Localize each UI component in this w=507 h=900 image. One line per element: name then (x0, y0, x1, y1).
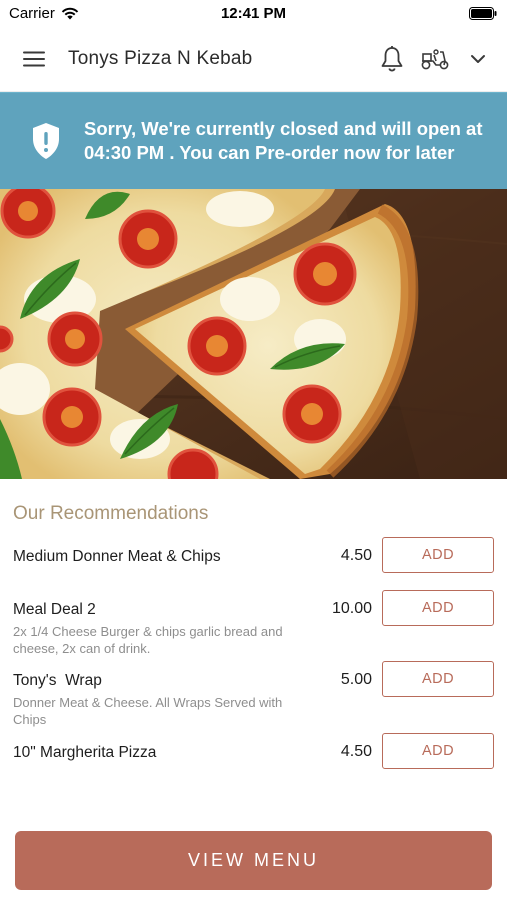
menu-icon (23, 51, 45, 66)
hero-pizza-image (0, 189, 507, 479)
battery-icon (469, 6, 497, 20)
item-info: Tony's Wrap Donner Meat & Cheese. All Wr… (0, 672, 310, 744)
item-name: Medium Donner Meat & Chips (13, 548, 221, 565)
bell-icon (381, 45, 403, 71)
menu-button[interactable] (20, 45, 48, 73)
pizza-illustration (0, 189, 507, 479)
item-description: Donner Meat & Cheese. All Wraps Served w… (13, 695, 283, 727)
item-price: 4.50 (340, 547, 372, 564)
item-price: 5.00 (340, 671, 372, 688)
item-info: 10" Margherita Pizza (0, 744, 310, 796)
mode-dropdown-button[interactable] (462, 43, 494, 75)
scooter-icon (421, 48, 449, 69)
wifi-icon (61, 7, 79, 19)
notifications-button[interactable] (376, 43, 408, 75)
view-menu-button[interactable]: VIEW MENU (15, 831, 492, 890)
item-name: Tony's Wrap (13, 672, 102, 689)
item-description: 2x 1/4 Cheese Burger & chips garlic brea… (13, 624, 283, 656)
item-name: Meal Deal 2 (13, 601, 96, 618)
item-info: Meal Deal 2 2x 1/4 Cheese Burger & chips… (0, 601, 310, 672)
closed-notice-text: Sorry, We're currently closed and will o… (84, 118, 483, 163)
shield-alert-icon (33, 123, 59, 159)
chevron-down-icon (471, 54, 485, 63)
item-price: 10.00 (331, 600, 372, 617)
recommendations-list: Medium Donner Meat & Chips 4.50 ADD Meal… (0, 537, 507, 796)
add-button[interactable]: ADD (382, 537, 494, 573)
list-item: 10" Margherita Pizza 4.50 ADD (0, 733, 507, 796)
status-bar: Carrier 12:41 PM (0, 0, 507, 26)
item-info: Medium Donner Meat & Chips (0, 547, 310, 601)
add-button[interactable]: ADD (382, 590, 494, 626)
add-button[interactable]: ADD (382, 661, 494, 697)
restaurant-title: Tonys Pizza N Kebab (68, 47, 253, 69)
status-right (469, 6, 497, 20)
app-header: Tonys Pizza N Kebab (0, 26, 507, 92)
delivery-mode-button[interactable] (419, 43, 451, 75)
item-name: 10" Margherita Pizza (13, 744, 157, 761)
item-price: 4.50 (340, 743, 372, 760)
add-button[interactable]: ADD (382, 733, 494, 769)
carrier-label: Carrier (9, 4, 55, 22)
status-left: Carrier (9, 5, 79, 22)
closed-notice-banner: Sorry, We're currently closed and will o… (0, 92, 507, 189)
